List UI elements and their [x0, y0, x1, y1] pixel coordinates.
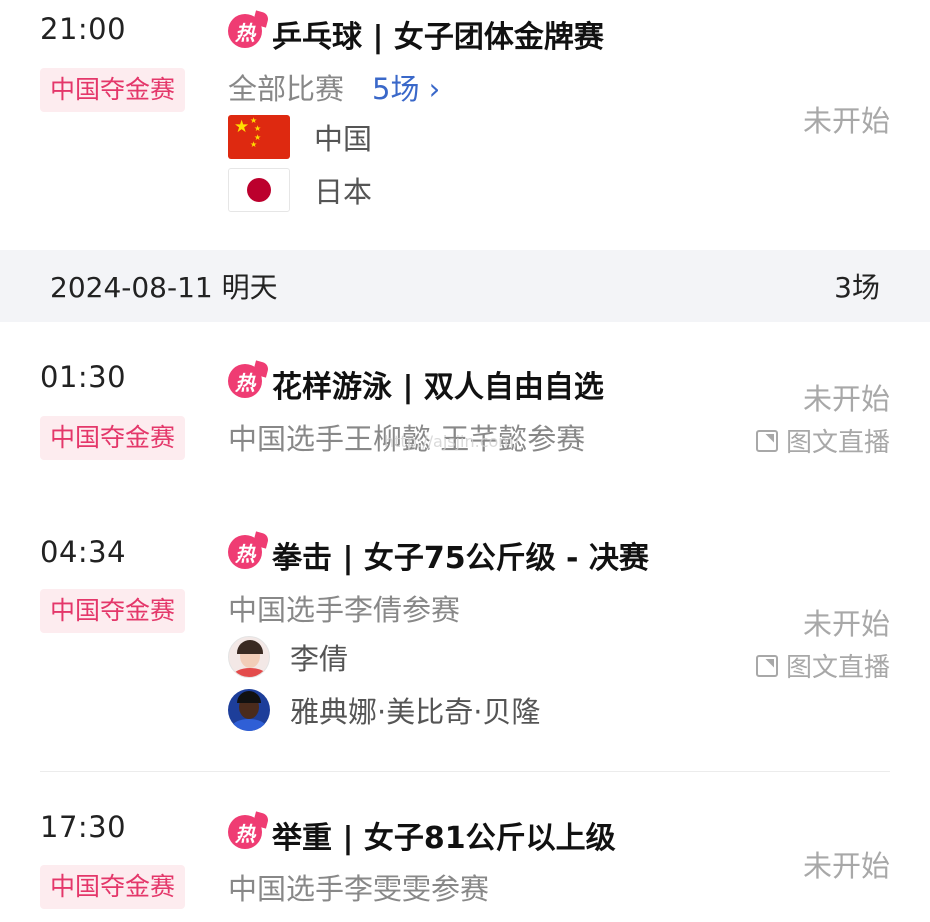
divider [40, 771, 890, 772]
gold-race-badge: 中国夺金赛 [40, 589, 186, 633]
gold-race-badge: 中国夺金赛 [40, 68, 186, 112]
hot-icon: 热 [228, 535, 262, 569]
status-not-started: 未开始 [802, 104, 890, 138]
event-card-table-tennis[interactable]: 21:00 中国夺金赛 热 乒乓球 | 女子团体金牌赛 全部比赛 5场 › 未开始… [0, 0, 930, 240]
avatar [228, 636, 270, 678]
date-header: 2024-08-11 明天 3场 [0, 250, 930, 322]
event-title[interactable]: 花样游泳 | 双人自由自选 [272, 362, 604, 406]
gold-race-badge: 中国夺金赛 [40, 865, 186, 909]
live-text-icon [755, 654, 778, 677]
event-subtitle: 中国选手李倩参赛 [228, 593, 461, 627]
watermark-text: http://ajsjin.com/ [384, 432, 520, 451]
live-text-label: 图文直播 [785, 653, 890, 683]
player-name: 李倩 [290, 642, 349, 676]
matches-count-link[interactable]: 5场 › [372, 72, 440, 106]
live-text-link[interactable]: 图文直播 [755, 647, 890, 684]
status-not-started: 未开始 [802, 382, 890, 416]
player-name: 雅典娜·美比奇·贝隆 [290, 695, 541, 729]
event-card-boxing[interactable]: 04:34 中国夺金赛 热 拳击 | 女子75公斤级 - 决赛 中国选手李倩参赛… [0, 515, 930, 755]
player-row: 雅典娜·美比奇·贝隆 [228, 689, 540, 731]
date-label: 2024-08-11 明天 [50, 271, 278, 304]
hot-icon: 热 [228, 14, 262, 48]
event-title[interactable]: 举重 | 女子81公斤以上级 [272, 813, 616, 857]
team-name: 日本 [314, 175, 373, 209]
event-title[interactable]: 乒乓球 | 女子团体金牌赛 [272, 12, 604, 56]
event-time: 21:00 [40, 12, 127, 46]
hot-icon: 热 [228, 364, 262, 398]
event-card-weightlifting[interactable]: 17:30 中国夺金赛 热 举重 | 女子81公斤以上级 中国选手李雯雯参赛 未… [0, 790, 930, 922]
japan-flag-icon [228, 168, 290, 212]
live-text-link[interactable]: 图文直播 [755, 422, 890, 459]
live-text-icon [755, 429, 778, 452]
avatar [228, 689, 270, 731]
team-name: 中国 [314, 122, 373, 156]
event-subtitle: 中国选手李雯雯参赛 [228, 872, 490, 906]
gold-race-badge: 中国夺金赛 [40, 416, 186, 460]
live-text-label: 图文直播 [785, 428, 890, 458]
team-row-japan: 日本 [228, 168, 372, 212]
all-matches-row[interactable]: 全部比赛 5场 › [228, 66, 440, 108]
status-not-started: 未开始 [802, 607, 890, 641]
event-time: 04:34 [40, 535, 127, 569]
hot-icon: 热 [228, 815, 262, 849]
china-flag-icon: ★ ★ ★ ★ ★ [228, 115, 290, 159]
player-row: 李倩 [228, 636, 348, 678]
event-card-artistic-swimming[interactable]: 01:30 中国夺金赛 热 花样游泳 | 双人自由自选 中国选手王柳懿 王芊懿参… [0, 340, 930, 490]
team-row-china: ★ ★ ★ ★ ★ 中国 [228, 115, 372, 159]
event-time: 17:30 [40, 810, 127, 844]
date-event-count: 3场 [834, 271, 880, 304]
event-title[interactable]: 拳击 | 女子75公斤级 - 决赛 [272, 533, 649, 577]
status-not-started: 未开始 [802, 849, 890, 883]
event-time: 01:30 [40, 360, 127, 394]
all-matches-label: 全部比赛 [228, 72, 345, 106]
